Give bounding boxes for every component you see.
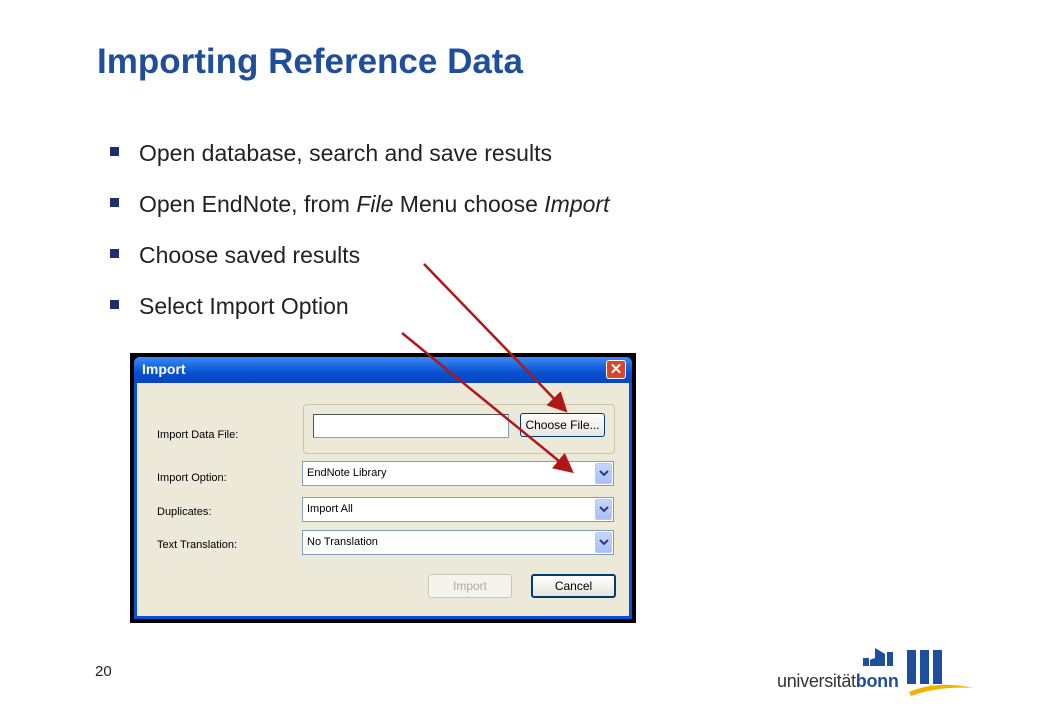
- university-logo: universitätbonn: [777, 644, 977, 698]
- page-number: 20: [95, 663, 112, 680]
- arrow-to-import-option: [401, 332, 574, 474]
- logo-wordmark: universitätbonn: [777, 671, 899, 691]
- arrow-to-choose-file: [423, 263, 568, 413]
- annotation-arrows: [401, 263, 574, 474]
